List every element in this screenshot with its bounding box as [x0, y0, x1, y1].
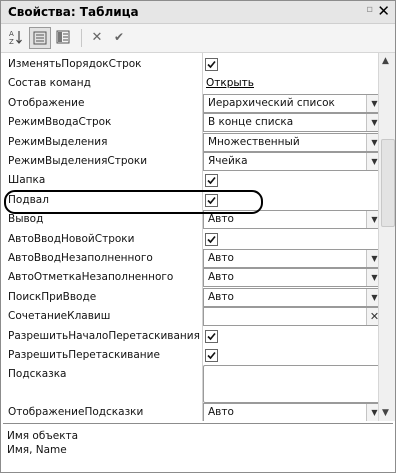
property-value: Множественный: [208, 135, 300, 148]
property-textarea[interactable]: [203, 365, 378, 404]
property-label: РазрешитьНачалоПеретаскивания: [8, 329, 200, 342]
property-dropdown[interactable]: Авто ▼: [203, 403, 378, 421]
property-row[interactable]: АвтоВводНовойСтроки: [1, 230, 378, 249]
window-title: Свойства: Таблица: [8, 5, 139, 19]
property-row[interactable]: РежимВыделенияСтроки Ячейка ▼: [1, 152, 378, 171]
property-label: ПоискПриВводе: [8, 290, 97, 303]
property-row[interactable]: ИзменятьПорядокСтрок: [1, 55, 378, 74]
property-row[interactable]: СочетаниеКлавиш ✕: [1, 307, 378, 327]
property-label: Отображение: [8, 96, 85, 109]
chevron-down-icon[interactable]: ▼: [366, 133, 378, 151]
property-label: Подсказка: [8, 368, 67, 381]
property-row[interactable]: ПоискПриВводе Авто ▼: [1, 287, 378, 307]
property-row[interactable]: РазрешитьПеретаскивание: [1, 346, 378, 365]
property-checkbox[interactable]: [205, 174, 218, 188]
properties-window: Свойства: Таблица ▫ ✕ AZ ✕ ✔ ИзменятьПор…: [0, 0, 396, 473]
property-value: Авто: [208, 290, 234, 303]
toolbar: AZ ✕ ✔: [1, 24, 395, 53]
svg-text:Z: Z: [9, 38, 14, 45]
close-icon[interactable]: ✕: [377, 2, 390, 20]
pin-icon[interactable]: ▫: [366, 4, 373, 15]
property-value: Авто: [208, 252, 234, 264]
scroll-thumb[interactable]: [381, 139, 395, 227]
property-dropdown[interactable]: Иерархический список ▼: [203, 93, 378, 113]
property-value: Авто: [208, 213, 234, 226]
property-label: Состав команд: [8, 77, 91, 90]
property-checkbox[interactable]: [205, 329, 218, 343]
delete-icon[interactable]: ✕: [88, 27, 106, 47]
property-row[interactable]: ОтображениеПодсказки Авто ▼: [1, 403, 378, 421]
property-label: АвтоВводНовойСтроки: [8, 232, 135, 245]
property-label: Вывод: [8, 213, 44, 226]
property-row[interactable]: РазрешитьНачалоПеретаскивания: [1, 327, 378, 346]
categories-icon[interactable]: [29, 27, 51, 49]
property-dropdown[interactable]: Авто ▼: [203, 249, 378, 268]
property-row[interactable]: Подсказка: [1, 365, 378, 404]
property-value: Авто: [208, 406, 234, 419]
property-label: ОтображениеПодсказки: [8, 406, 144, 419]
chevron-down-icon[interactable]: ▼: [366, 269, 378, 287]
chevron-down-icon[interactable]: ▼: [366, 404, 378, 421]
chevron-down-icon[interactable]: ▼: [366, 94, 378, 112]
highlight-outline: [4, 190, 263, 214]
property-row[interactable]: Состав команд Открыть: [1, 74, 378, 93]
check-icon[interactable]: ✔: [110, 27, 128, 47]
property-dropdown[interactable]: В конце списка ▼: [203, 113, 378, 133]
property-dropdown[interactable]: Авто ▼: [203, 287, 378, 307]
property-row[interactable]: Отображение Иерархический список ▼: [1, 93, 378, 113]
description-panel: Имя объекта Имя, Name: [3, 423, 393, 472]
property-value: Иерархический список: [208, 96, 335, 109]
property-row[interactable]: РежимВыделения Множественный ▼: [1, 132, 378, 152]
property-label: РежимВыделения: [8, 135, 108, 148]
toolbar-separator: [81, 29, 82, 47]
properties-icon[interactable]: [53, 27, 73, 47]
property-dropdown[interactable]: Множественный ▼: [203, 132, 378, 152]
property-input[interactable]: ✕: [203, 307, 378, 327]
property-label: РежимВыделенияСтроки: [8, 155, 148, 167]
property-row[interactable]: Шапка: [1, 171, 378, 190]
property-checkbox[interactable]: [205, 58, 218, 71]
property-row[interactable]: АвтоВводНезаполненного Авто ▼: [1, 249, 378, 268]
property-label: СочетаниеКлавиш: [8, 310, 111, 323]
property-label: Шапка: [8, 174, 46, 187]
property-value: В конце списка: [208, 116, 294, 129]
property-dropdown[interactable]: Ячейка ▼: [203, 152, 378, 171]
chevron-down-icon[interactable]: ▼: [366, 153, 378, 170]
property-link[interactable]: Открыть: [206, 77, 254, 89]
sort-az-icon[interactable]: AZ: [7, 27, 25, 47]
chevron-down-icon[interactable]: ▼: [366, 250, 378, 267]
chevron-down-icon[interactable]: ▼: [366, 211, 378, 229]
property-checkbox[interactable]: [205, 232, 218, 246]
property-label: РежимВводаСтрок: [8, 116, 112, 129]
clear-icon[interactable]: ✕: [366, 308, 378, 326]
property-value: Ячейка: [208, 155, 248, 167]
property-checkbox[interactable]: [205, 349, 218, 362]
property-grid: ИзменятьПорядокСтрок Состав команд Открыть…: [1, 53, 378, 421]
svg-text:A: A: [9, 30, 14, 38]
property-label: РазрешитьПеретаскивание: [8, 349, 160, 361]
chevron-down-icon[interactable]: ▼: [366, 288, 378, 306]
description-title: Имя объекта: [7, 430, 79, 442]
chevron-down-icon[interactable]: ▼: [366, 114, 378, 132]
property-label: АвтоОтметкаНезаполненного: [8, 271, 174, 284]
property-value: Авто: [208, 271, 234, 284]
property-row[interactable]: РежимВводаСтрок В конце списка ▼: [1, 113, 378, 133]
vertical-scrollbar[interactable]: ▲ ▼: [378, 53, 395, 421]
property-row[interactable]: АвтоОтметкаНезаполненного Авто ▼: [1, 268, 378, 288]
scroll-up-icon[interactable]: ▲: [382, 56, 389, 66]
property-label: ИзменятьПорядокСтрок: [8, 58, 142, 70]
property-dropdown[interactable]: Авто ▼: [203, 268, 378, 288]
property-label: АвтоВводНезаполненного: [8, 252, 153, 264]
description-text: Имя, Name: [7, 444, 67, 456]
column-divider: [202, 53, 203, 421]
title-bar: Свойства: Таблица ▫ ✕: [1, 1, 395, 24]
scroll-down-icon[interactable]: ▼: [382, 408, 389, 418]
